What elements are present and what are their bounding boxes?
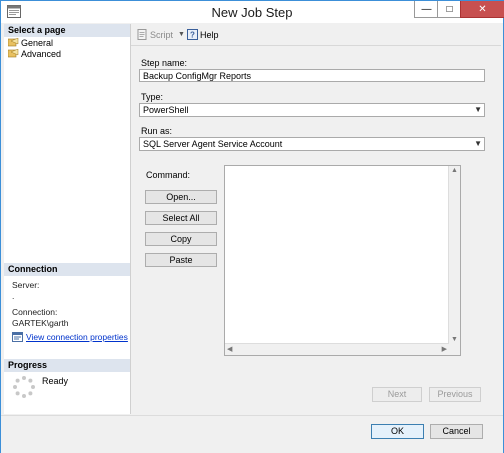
script-label: Script bbox=[150, 29, 174, 40]
scrollbar-corner bbox=[449, 344, 460, 355]
page-icon bbox=[8, 49, 19, 58]
connection-label: Connection: bbox=[12, 307, 58, 317]
connection-panel: Connection Server: . Connection: GARTEK\… bbox=[4, 263, 130, 342]
select-page-header: Select a page bbox=[4, 24, 130, 37]
chevron-down-icon[interactable]: ▼ bbox=[474, 104, 482, 116]
run-as-label: Run as: bbox=[141, 126, 173, 136]
ok-button[interactable]: OK bbox=[371, 424, 424, 439]
command-textarea[interactable]: ▲ ▼ ◀ ▶ bbox=[224, 165, 461, 356]
next-button[interactable]: Next bbox=[372, 387, 422, 402]
type-select[interactable]: PowerShell ▼ bbox=[139, 103, 485, 117]
help-icon: ? bbox=[187, 29, 198, 40]
scroll-right-icon[interactable]: ▶ bbox=[442, 345, 447, 353]
paste-button[interactable]: Paste bbox=[145, 253, 217, 267]
sidebar: Select a page General Advanced Connectio… bbox=[4, 24, 131, 414]
svg-text:?: ? bbox=[190, 31, 195, 40]
connection-header: Connection bbox=[4, 263, 130, 276]
run-as-select-value: SQL Server Agent Service Account bbox=[143, 139, 283, 149]
dialog-footer: OK Cancel bbox=[1, 415, 503, 453]
script-button[interactable]: Script ▼ bbox=[137, 29, 185, 40]
scroll-left-icon[interactable]: ◀ bbox=[227, 345, 232, 353]
script-icon bbox=[137, 29, 147, 40]
server-value: . bbox=[12, 291, 15, 301]
previous-button[interactable]: Previous bbox=[429, 387, 481, 402]
step-name-field[interactable]: Backup ConfigMgr Reports bbox=[139, 69, 485, 82]
server-label: Server: bbox=[12, 280, 40, 290]
progress-status: Ready bbox=[42, 376, 69, 386]
chevron-down-icon[interactable]: ▼ bbox=[474, 138, 482, 150]
title-bar: New Job Step — □ ✕ bbox=[1, 1, 504, 23]
horizontal-scrollbar[interactable]: ◀ ▶ bbox=[225, 343, 449, 355]
toolbar: Script ▼ ? Help bbox=[131, 27, 501, 46]
connection-value: GARTEK\garth bbox=[12, 318, 69, 328]
help-label: Help bbox=[200, 29, 219, 40]
view-connection-link[interactable]: View connection properties bbox=[26, 332, 128, 342]
cancel-button[interactable]: Cancel bbox=[430, 424, 483, 439]
close-button[interactable]: ✕ bbox=[460, 1, 504, 18]
page-icon bbox=[8, 38, 19, 47]
sidebar-item-general[interactable]: General bbox=[4, 37, 130, 48]
maximize-button[interactable]: □ bbox=[437, 1, 462, 18]
close-icon: ✕ bbox=[478, 3, 487, 15]
select-all-button[interactable]: Select All bbox=[145, 211, 217, 225]
view-connection-properties[interactable]: View connection properties bbox=[4, 332, 130, 342]
new-job-step-dialog: New Job Step — □ ✕ Select a page General… bbox=[0, 0, 504, 453]
step-name-label: Step name: bbox=[141, 58, 188, 68]
minimize-button[interactable]: — bbox=[414, 1, 439, 18]
command-label: Command: bbox=[146, 170, 191, 180]
scroll-up-icon[interactable]: ▲ bbox=[451, 167, 458, 174]
type-label: Type: bbox=[141, 92, 164, 102]
progress-panel: Progress Ready bbox=[4, 359, 130, 399]
help-button[interactable]: ? Help bbox=[187, 29, 219, 40]
type-select-value: PowerShell bbox=[143, 105, 189, 115]
general-page: Script ▼ ? Help Step name: Backup Config… bbox=[131, 24, 501, 414]
progress-header: Progress bbox=[4, 359, 130, 372]
sidebar-item-label: Advanced bbox=[21, 48, 62, 59]
vertical-scrollbar[interactable]: ▲ ▼ bbox=[448, 166, 460, 344]
maximize-icon: □ bbox=[446, 3, 453, 15]
progress-spinner-icon bbox=[13, 376, 35, 398]
open-button[interactable]: Open... bbox=[145, 190, 217, 204]
properties-icon bbox=[12, 332, 23, 342]
scroll-down-icon[interactable]: ▼ bbox=[451, 336, 458, 343]
run-as-select[interactable]: SQL Server Agent Service Account ▼ bbox=[139, 137, 485, 151]
copy-button[interactable]: Copy bbox=[145, 232, 217, 246]
chevron-down-icon[interactable]: ▼ bbox=[178, 31, 185, 38]
sidebar-item-advanced[interactable]: Advanced bbox=[4, 48, 130, 59]
sidebar-item-label: General bbox=[21, 37, 54, 48]
minimize-icon: — bbox=[421, 3, 432, 15]
